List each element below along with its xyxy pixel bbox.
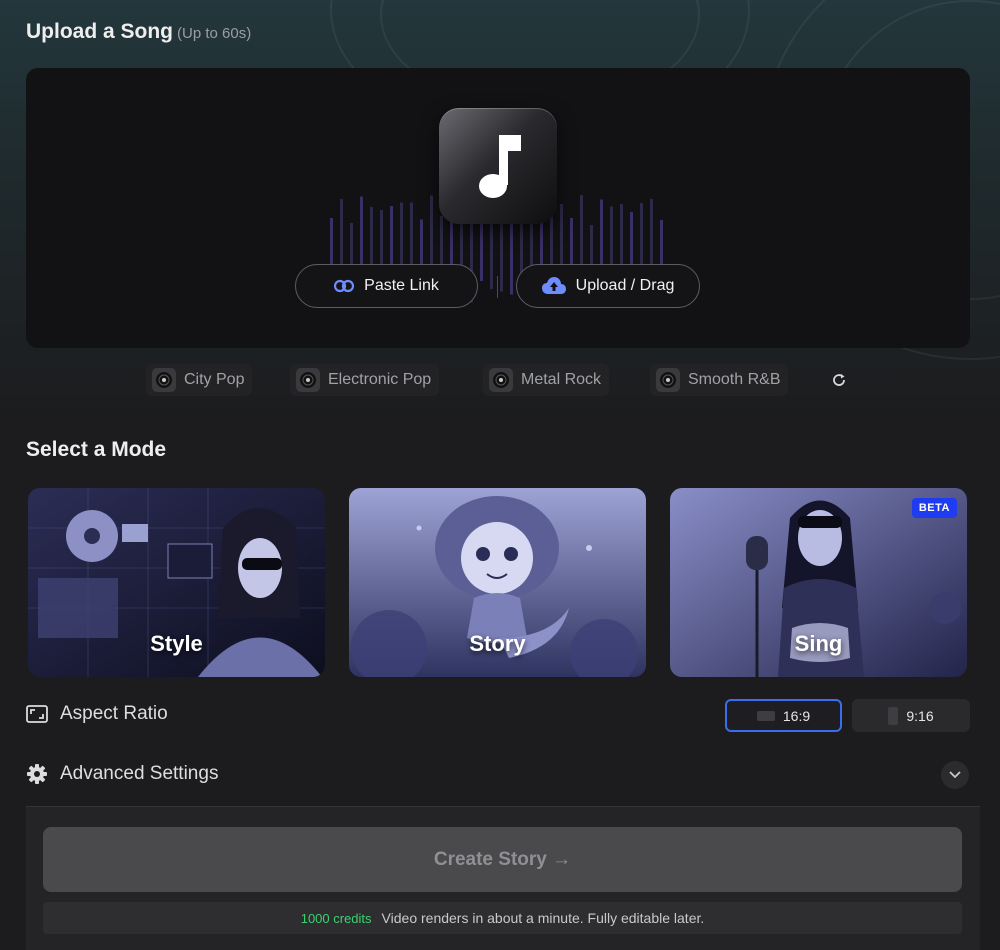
cloud-upload-icon (541, 277, 566, 294)
music-note-icon (439, 108, 557, 224)
upload-title-text: Upload a Song (26, 20, 173, 43)
genre-label: Metal Rock (521, 371, 602, 388)
ratio-9-16-label: 9:16 (906, 707, 934, 724)
vinyl-disc-icon (152, 368, 176, 392)
advanced-settings-label: Advanced Settings (60, 763, 219, 784)
upload-dropzone[interactable]: Paste Link Upload / Drag (26, 68, 970, 348)
mode-label-style: Style (150, 631, 203, 656)
portrait-icon (888, 706, 899, 725)
render-note: Video renders in about a minute. Fully e… (381, 910, 705, 926)
genre-chip-smooth-rnb[interactable]: Smooth R&B (650, 364, 789, 396)
upload-subtitle: (Up to 60s) (177, 25, 252, 42)
refresh-icon[interactable] (831, 372, 847, 388)
genre-label: Electronic Pop (328, 371, 432, 388)
aspect-ratio-label: Aspect Ratio (60, 703, 168, 724)
create-story-button[interactable]: Create Story → (43, 827, 962, 892)
upload-drag-label: Upload / Drag (575, 277, 675, 294)
mode-label-sing: Sing (794, 631, 843, 656)
waveform-bar (480, 215, 483, 281)
mode-title: Select a Mode (26, 438, 167, 461)
genre-chip-city-pop[interactable]: City Pop (146, 364, 253, 396)
link-icon (334, 279, 355, 293)
aspect-ratio-row: Aspect Ratio (26, 703, 168, 725)
gear-icon (27, 764, 47, 784)
genre-chip-electronic-pop[interactable]: Electronic Pop (290, 364, 440, 396)
credits-count: 1000 credits (300, 910, 372, 926)
vinyl-disc-icon (296, 368, 320, 392)
landscape-icon (756, 710, 775, 721)
chevron-down-icon[interactable] (941, 761, 969, 789)
aspect-ratio-icon (26, 705, 48, 723)
credits-info-bar: 1000 credits Video renders in about a mi… (43, 902, 962, 934)
genre-label: Smooth R&B (688, 371, 781, 388)
ratio-9-16-button[interactable]: 9:16 (852, 699, 970, 732)
upload-drag-button[interactable]: Upload / Drag (516, 264, 700, 308)
create-story-label: Create Story → (433, 848, 572, 870)
advanced-settings-row[interactable]: Advanced Settings (26, 763, 218, 785)
beta-badge: BETA (911, 498, 957, 518)
paste-link-button[interactable]: Paste Link (295, 264, 478, 308)
mode-card-sing[interactable]: BETA Sing (670, 488, 967, 677)
genre-chip-metal-rock[interactable]: Metal Rock (483, 364, 610, 396)
mode-card-story[interactable]: Story (349, 488, 646, 677)
mode-label-story: Story (469, 631, 526, 656)
ratio-16-9-label: 16:9 (782, 707, 811, 724)
ratio-16-9-button[interactable]: 16:9 (725, 699, 842, 732)
paste-link-label: Paste Link (364, 277, 439, 294)
genre-label: City Pop (184, 371, 245, 388)
vinyl-disc-icon (656, 368, 680, 392)
mode-card-style[interactable]: Style (28, 488, 325, 677)
button-divider (497, 276, 498, 298)
upload-title: Upload a Song (Up to 60s) (26, 20, 251, 44)
vinyl-disc-icon (489, 368, 513, 392)
